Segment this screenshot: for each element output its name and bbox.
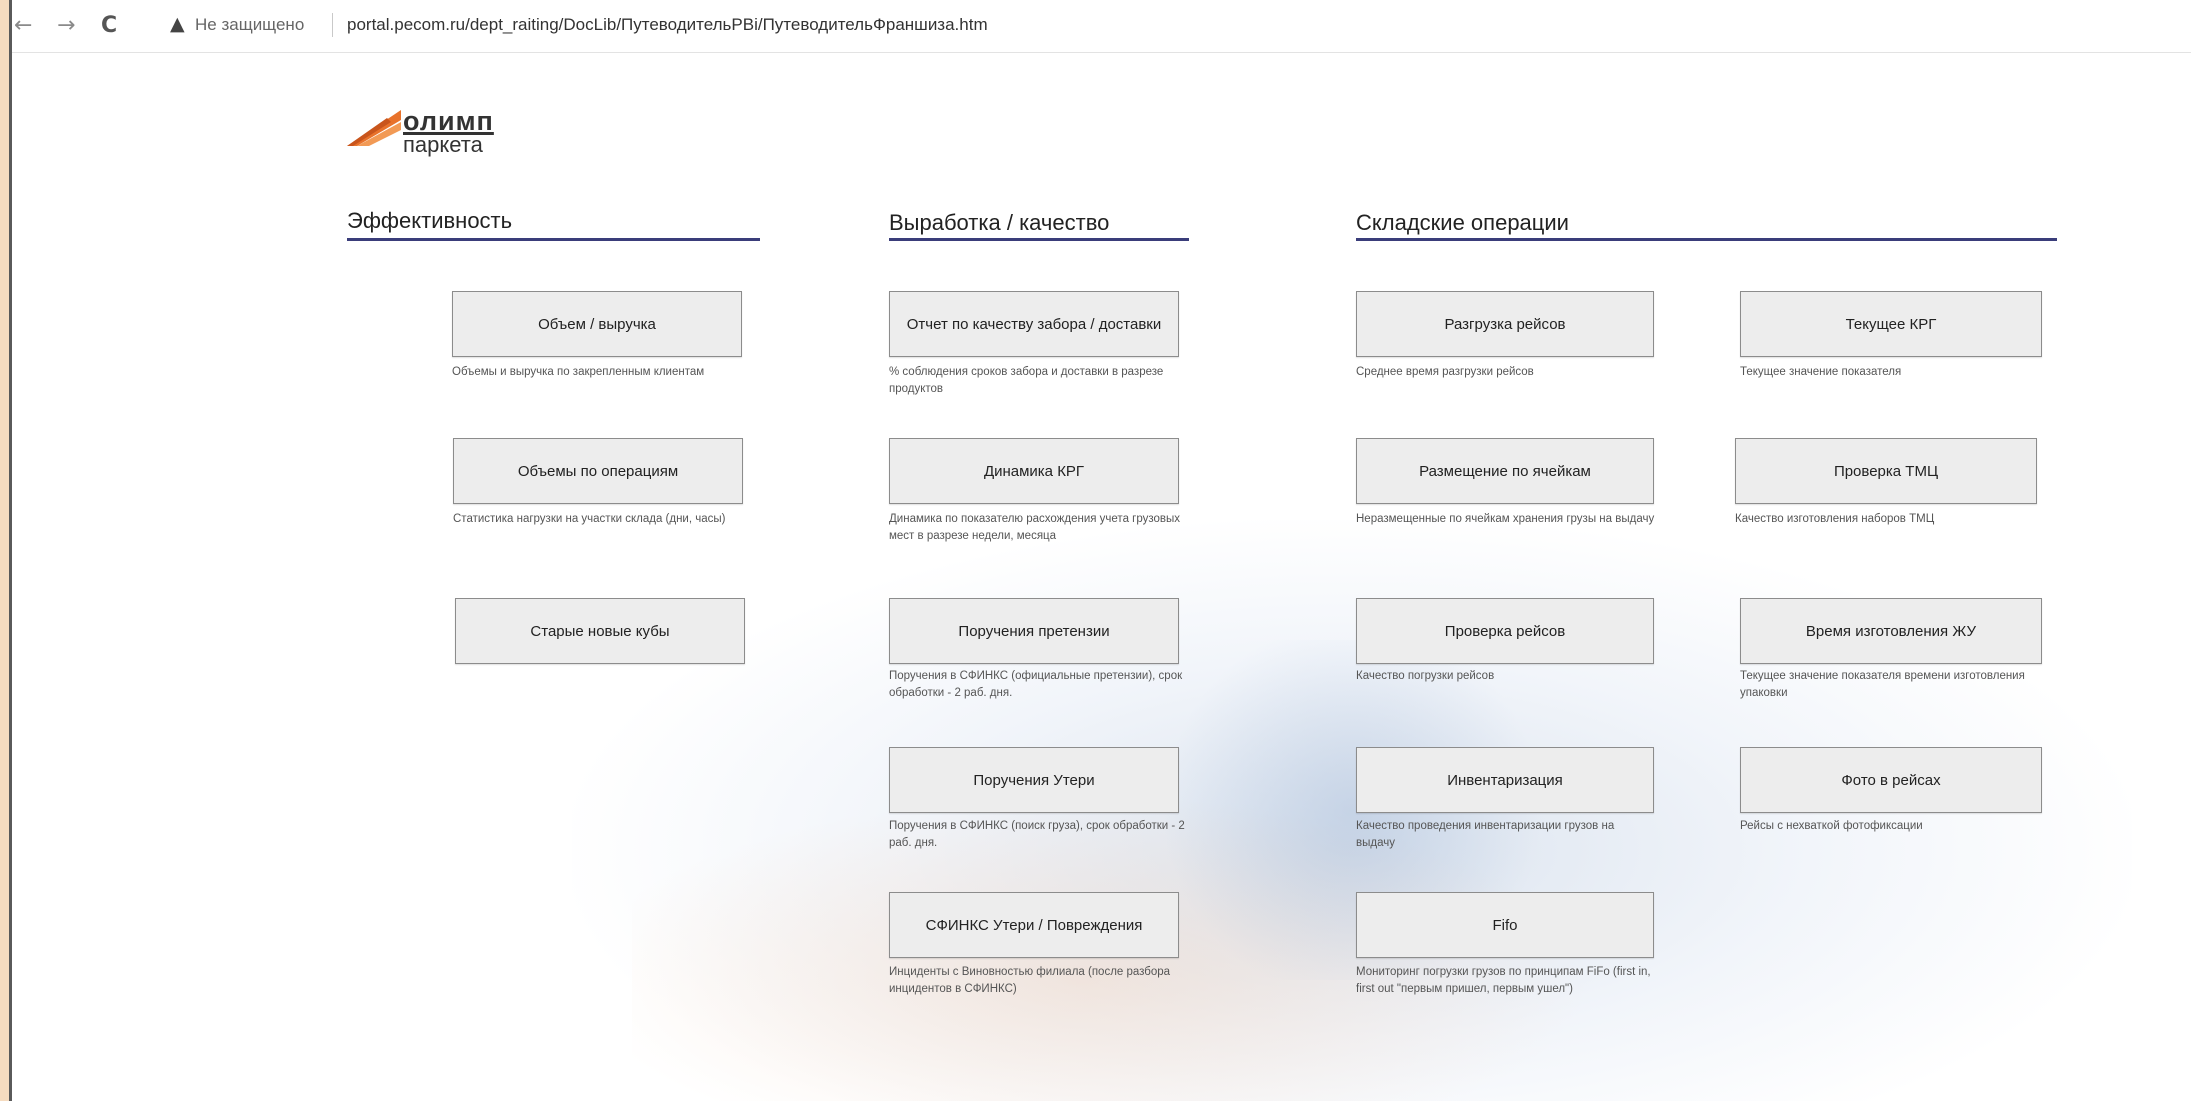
- url-separator: [332, 13, 333, 37]
- tile-claim-orders[interactable]: Поручения претензии: [889, 598, 1179, 664]
- tile-description: Текущее значение показателя: [1740, 366, 1902, 378]
- tile-inventory[interactable]: Инвентаризация: [1356, 747, 1654, 813]
- tile-cell-placement[interactable]: Размещение по ячейкам: [1356, 438, 1654, 504]
- back-icon[interactable]: ←: [14, 13, 32, 38]
- address-bar: ← → C ▲ Не защищено portal.pecom.ru/dept…: [12, 0, 2191, 53]
- forward-icon[interactable]: →: [57, 13, 75, 38]
- warning-triangle-icon[interactable]: ▲: [170, 13, 185, 35]
- tile-description: % соблюдения сроков забора и доставки в …: [889, 366, 1164, 395]
- tile-description: Качество проведения инвентаризации грузо…: [1356, 820, 1615, 849]
- security-status[interactable]: Не защищено: [195, 15, 304, 35]
- tile-loss-orders[interactable]: Поручения Утери: [889, 747, 1179, 813]
- logo-text-line2: паркета: [403, 132, 483, 157]
- section-title-warehouse: Складские операции: [1356, 210, 1569, 235]
- tile-volumes-by-operations[interactable]: Объемы по операциям: [453, 438, 743, 504]
- section-title-quality: Выработка / качество: [889, 210, 1110, 235]
- tile-sfinks-losses-damages[interactable]: СФИНКС Утери / Повреждения: [889, 892, 1179, 958]
- section-underline: [347, 238, 760, 241]
- tile-pickup-delivery-quality[interactable]: Отчет по качеству забора / доставки: [889, 291, 1179, 357]
- section-title-efficiency: Эффективность: [347, 208, 513, 233]
- tile-description: Поручения в СФИНКС (поиск груза), срок о…: [889, 820, 1185, 849]
- tile-flight-unloading[interactable]: Разгрузка рейсов: [1356, 291, 1654, 357]
- tile-description: Качество изготовления наборов ТМЦ: [1735, 513, 1935, 525]
- tile-description: Поручения в СФИНКС (официальные претензи…: [889, 670, 1183, 699]
- tile-volume-revenue[interactable]: Объем / выручка: [452, 291, 742, 357]
- tile-description: Качество погрузки рейсов: [1356, 670, 1495, 682]
- tile-description: Статистика нагрузки на участки склада (д…: [453, 513, 726, 525]
- tile-tmc-check[interactable]: Проверка ТМЦ: [1735, 438, 2037, 504]
- section-underline: [889, 238, 1189, 241]
- tile-fifo[interactable]: Fifo: [1356, 892, 1654, 958]
- tile-description: Текущее значение показателя времени изго…: [1740, 670, 2025, 699]
- tile-photo-in-flights[interactable]: Фото в рейсах: [1740, 747, 2042, 813]
- tile-description: Рейсы с нехваткой фотофиксации: [1740, 820, 1923, 832]
- tile-description: Мониторинг погрузки грузов по принципам …: [1356, 966, 1651, 995]
- logo[interactable]: олимп паркета: [347, 100, 537, 160]
- section-underline: [1356, 238, 2057, 241]
- logo-swoosh-icon: [347, 110, 401, 146]
- tile-description: Неразмещенные по ячейкам хранения грузы …: [1356, 513, 1655, 525]
- tile-krg-dynamics[interactable]: Динамика КРГ: [889, 438, 1179, 504]
- tile-packaging-time[interactable]: Время изготовления ЖУ: [1740, 598, 2042, 664]
- browser-window: ← → C ▲ Не защищено portal.pecom.ru/dept…: [12, 0, 2191, 1101]
- tile-flight-check[interactable]: Проверка рейсов: [1356, 598, 1654, 664]
- tile-old-new-cubes[interactable]: Старые новые кубы: [455, 598, 745, 664]
- reload-icon[interactable]: C: [101, 13, 117, 38]
- tile-description: Среднее время разгрузки рейсов: [1356, 366, 1534, 378]
- tile-description: Объемы и выручка по закрепленным клиента…: [452, 366, 705, 378]
- tile-description: Инциденты с Виновностью филиала (после р…: [889, 966, 1171, 995]
- tile-current-krg[interactable]: Текущее КРГ: [1740, 291, 2042, 357]
- tile-description: Динамика по показателю расхождения учета…: [889, 513, 1181, 542]
- url-field[interactable]: portal.pecom.ru/dept_raiting/DocLib/Путе…: [347, 15, 988, 35]
